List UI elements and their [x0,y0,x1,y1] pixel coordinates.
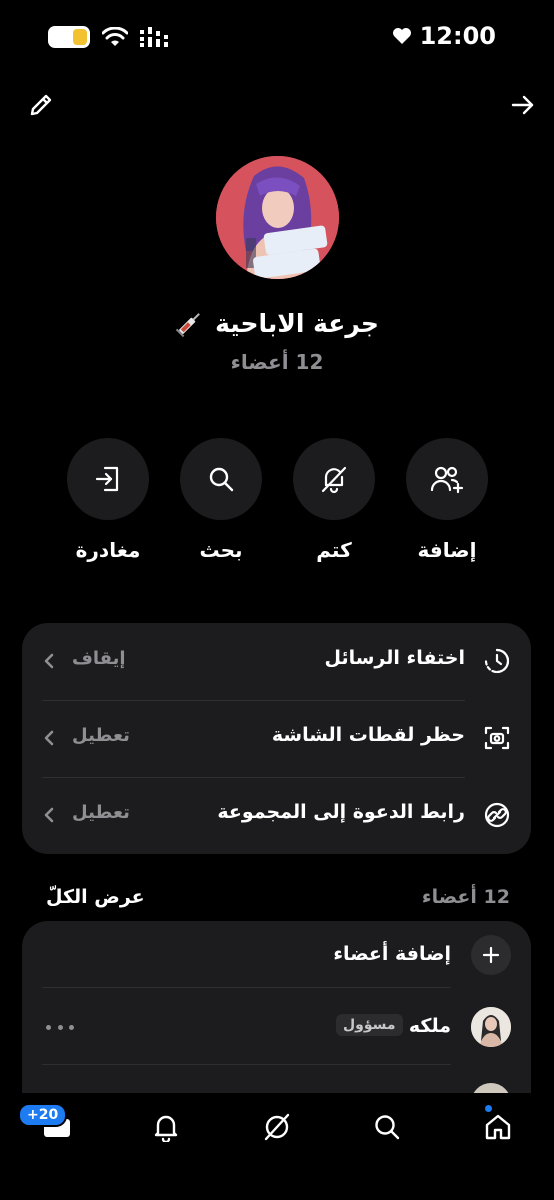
search-icon [209,467,234,492]
group-members-count: 12 أعضاء [230,350,324,374]
pencil-icon [30,94,52,116]
group-title: جرعة الاباحية [0,308,554,338]
nav-search[interactable] [365,1105,409,1149]
add-user-icon [430,466,464,494]
view-all-members-link[interactable]: عرض الكلّ [46,886,145,908]
divider [42,987,451,988]
divider [42,1064,451,1065]
member-more-button[interactable] [46,1017,74,1037]
nav-explore[interactable] [255,1105,299,1149]
edit-button[interactable] [24,88,58,122]
more-dots-icon [46,1024,51,1030]
home-indicator-dot [485,1105,492,1112]
member-name: ملكه [408,1015,451,1037]
screenshot-block-row[interactable]: حظر لقطات الشاشة تعطيل [22,700,531,777]
status-bar: 12:00 [0,0,554,76]
home-icon [485,1114,511,1140]
compass-icon [264,1113,290,1141]
timer-icon [483,647,511,675]
screenshot-icon [483,724,511,752]
plus-icon [482,946,500,964]
unread-badge: +20 [18,1103,68,1127]
leave-action-button[interactable] [67,438,149,520]
setting-value: تعطيل [72,802,130,823]
add-members-button[interactable] [471,935,511,975]
group-name: جرعة الاباحية [215,308,379,338]
setting-value: تعطيل [72,725,130,746]
status-time-area: 12:00 [392,22,496,50]
bell-icon [154,1115,178,1142]
leave-action-label: مغادرة [75,538,141,562]
chevron-left-icon [44,807,54,823]
members-card: إضافة أعضاء ملكه مسؤول [22,921,531,1121]
disappearing-messages-row[interactable]: اختفاء الرسائل إيقاف [22,623,531,700]
search-icon [375,1115,400,1140]
setting-label: حظر لقطات الشاشة [271,724,465,746]
leave-icon [95,466,119,492]
link-icon [483,801,511,829]
chevron-left-icon [44,730,54,746]
member-avatar [471,1007,511,1047]
bottom-navigation: +20 [0,1093,554,1200]
chevron-left-icon [44,653,54,669]
nav-home[interactable] [476,1105,520,1149]
status-time: 12:00 [419,22,496,50]
admin-badge: مسؤول [336,1014,403,1036]
signal-icon [140,27,168,47]
add-action-label: إضافة [417,538,477,562]
group-avatar[interactable] [216,156,339,279]
bell-off-icon [321,466,347,494]
invite-link-row[interactable]: رابط الدعوة إلى المجموعة تعطيل [22,777,531,854]
mute-action-label: كتم [316,538,352,562]
syringe-icon [175,313,200,338]
setting-label: اختفاء الرسائل [324,647,465,669]
members-section-count: 12 أعضاء [421,886,510,908]
search-action-button[interactable] [180,438,262,520]
add-action-button[interactable] [406,438,488,520]
heart-icon [392,28,411,44]
leave-action[interactable]: مغادرة [66,438,150,562]
group-settings-card: اختفاء الرسائل إيقاف حظر لقطات الشاشة تع… [22,623,531,854]
search-action-label: بحث [199,538,243,562]
battery-icon [48,26,90,48]
mute-action[interactable]: كتم [292,438,376,562]
group-avatar-image [216,156,339,279]
back-button[interactable] [506,88,540,122]
search-action[interactable]: بحث [179,438,263,562]
wifi-icon [102,27,128,46]
mute-action-button[interactable] [293,438,375,520]
add-action[interactable]: إضافة [405,438,489,562]
nav-notifications[interactable] [144,1105,188,1149]
status-indicators [48,26,170,48]
setting-label: رابط الدعوة إلى المجموعة [217,801,465,823]
arrow-right-icon [511,95,534,115]
add-members-label: إضافة أعضاء [333,943,451,965]
setting-value: إيقاف [72,648,126,669]
